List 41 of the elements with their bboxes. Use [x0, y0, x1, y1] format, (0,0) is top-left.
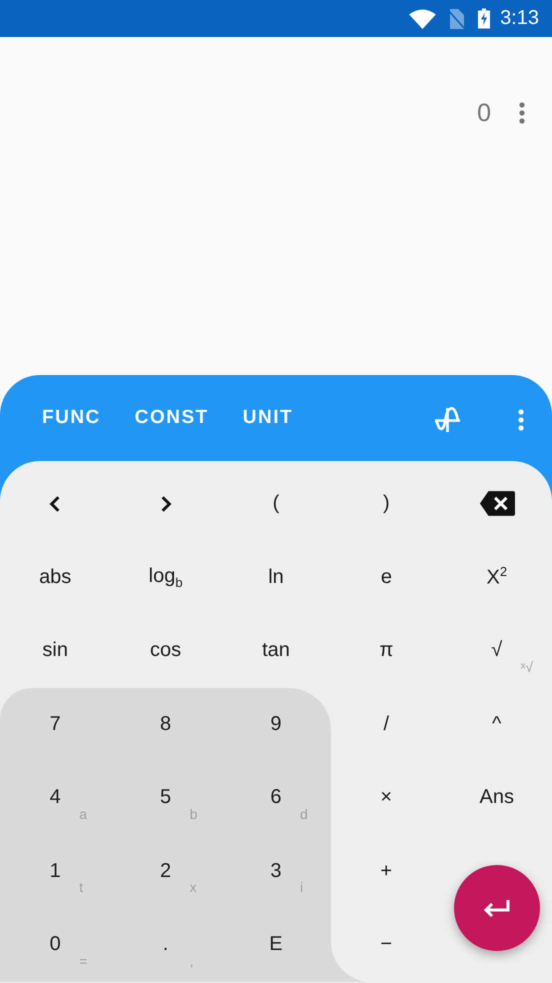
no-sim-icon — [448, 8, 464, 28]
keypad-key[interactable]: log$_{b}$ — [110, 540, 221, 614]
keypad-key[interactable]: − — [331, 908, 442, 982]
keypad-key[interactable]: 4 a — [0, 761, 110, 834]
keypad-key[interactable]: 0 = — [0, 908, 110, 982]
more-icon[interactable] — [519, 102, 525, 124]
keypad-key[interactable]: / — [331, 688, 442, 761]
keypad-key[interactable]: cos — [110, 614, 221, 688]
wifi-icon — [409, 8, 436, 28]
battery-charging-icon — [478, 8, 490, 29]
keypad-key[interactable]: π — [331, 614, 442, 688]
clock: 3:13 — [500, 7, 539, 30]
keypad-key[interactable]: tan — [220, 614, 332, 688]
more-icon[interactable] — [518, 408, 524, 430]
keypad-key[interactable]: 5 b — [110, 761, 221, 834]
keypad-key[interactable]: E — [220, 908, 332, 982]
enter-icon — [482, 898, 512, 918]
keypad-key[interactable]: e — [331, 540, 442, 614]
keypad-key[interactable]: 2 x — [110, 834, 221, 908]
keypad-key[interactable]: ( — [220, 467, 332, 540]
keypad-key[interactable]: 9 — [220, 688, 332, 761]
keypad-key[interactable]: ) — [331, 467, 442, 540]
keypad-key[interactable]: × — [331, 761, 442, 834]
result-value: 0 — [477, 99, 491, 127]
keypad-key[interactable]: + — [331, 834, 442, 908]
keypad-key[interactable]: 3 i — [220, 834, 332, 908]
keypad-key[interactable]: 6 d — [220, 761, 332, 834]
keypad-key[interactable]: ln — [220, 540, 332, 614]
keypad-key[interactable]: . , — [110, 908, 221, 982]
keypad-key[interactable]: 8 — [110, 688, 221, 761]
keypad-key[interactable]: Ans — [442, 761, 552, 834]
keypad-key[interactable]: √ ˣ√ — [442, 614, 552, 688]
chevron-right-icon — [160, 494, 172, 513]
keypad-key[interactable]: X$^{2}$ — [442, 540, 552, 614]
keypad-key[interactable]: sin — [0, 614, 110, 688]
chevron-left-icon — [49, 494, 62, 513]
keypad-key[interactable]: 7 — [0, 688, 110, 761]
keypad-key[interactable]: abs — [0, 540, 110, 614]
backspace-icon — [478, 490, 515, 518]
keypad-key[interactable]: 1 t — [0, 834, 110, 908]
keypad-key[interactable]: ^ — [442, 688, 552, 761]
